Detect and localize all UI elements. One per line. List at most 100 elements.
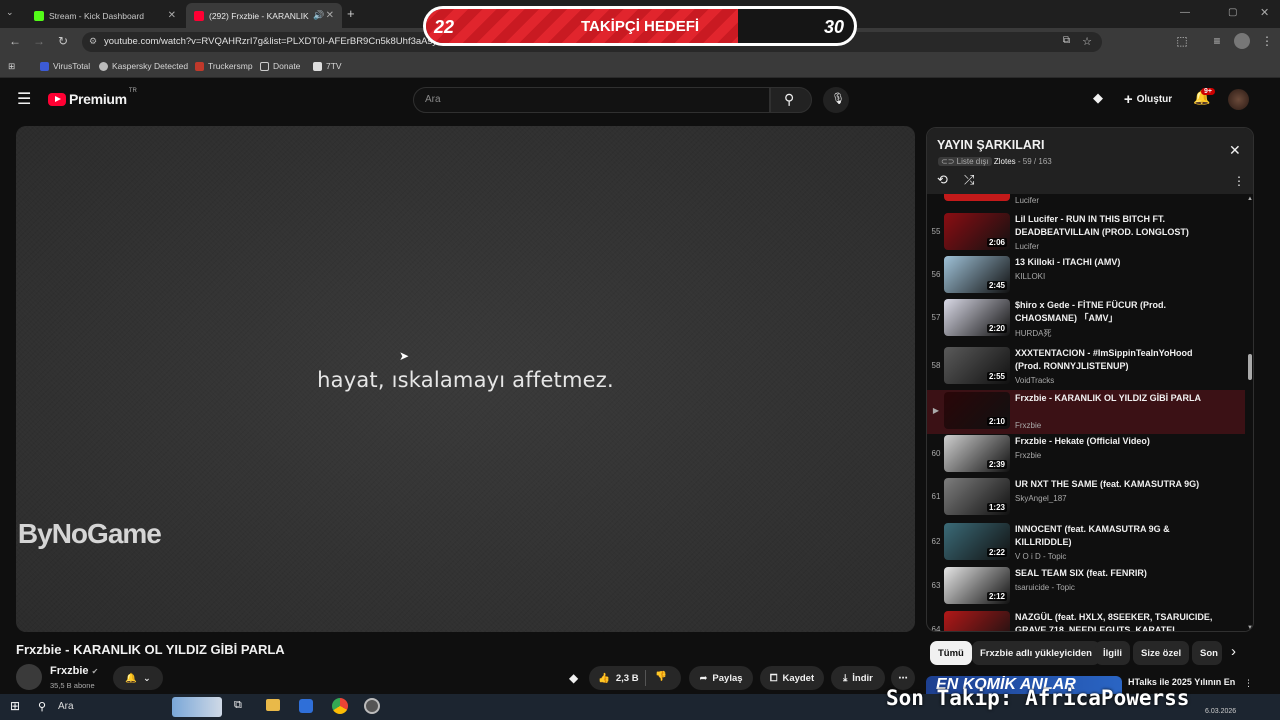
tab-youtube[interactable]: (292) Frxzbie - KARANLIK O 🔊 ✕ xyxy=(186,3,342,28)
gem-icon[interactable]: ◆ xyxy=(569,671,578,685)
list-item[interactable]: 63 2:12 SEAL TEAM SIX (feat. FENRIR) tsarui… xyxy=(927,565,1245,609)
reading-list-icon[interactable]: ≡ xyxy=(1210,34,1224,48)
playlist-menu-icon[interactable]: ⋮ xyxy=(1233,174,1245,188)
close-icon[interactable]: ✕ xyxy=(168,10,176,21)
rec-menu-icon[interactable]: ⋮ xyxy=(1244,678,1253,689)
close-window-icon[interactable]: ✕ xyxy=(1260,6,1269,19)
shuffle-icon[interactable]: ⤮ xyxy=(964,172,974,188)
list-item-index: 56 xyxy=(931,270,941,279)
site-info-icon[interactable]: ⚙ xyxy=(89,36,97,47)
gem-icon[interactable]: ◆ xyxy=(1093,90,1103,106)
list-item-channel: Frxzbie xyxy=(1015,421,1042,430)
save-label: Kaydet xyxy=(782,672,815,684)
like-icon[interactable]: 👍 xyxy=(598,673,610,684)
playlist-position: 59 / 163 xyxy=(1022,157,1052,166)
scroll-up-icon[interactable]: ▲ xyxy=(1247,196,1253,202)
close-icon[interactable]: ✕ xyxy=(1229,142,1241,159)
playlist-panel: YAYIN ŞARKILARI ⊂⊃ Liste dışı Zlotes - 5… xyxy=(926,127,1254,632)
reload-icon[interactable]: ↻ xyxy=(56,34,70,48)
scroll-thumb[interactable] xyxy=(1248,354,1252,380)
chip-recent[interactable]: Son xyxy=(1192,641,1222,665)
mic-icon: 🎙 xyxy=(831,93,845,105)
logo-text: Premium xyxy=(69,91,127,107)
chrome-icon[interactable] xyxy=(332,698,348,714)
forward-icon[interactable]: → xyxy=(32,34,46,48)
list-item[interactable]: ▶ 2:10 Frxzbie - KARANLIK OL YILDIZ GİBİ P… xyxy=(927,390,1245,434)
mouse-cursor-icon: ➤ xyxy=(399,349,410,363)
file-explorer-icon[interactable] xyxy=(266,699,280,711)
more-icon: ⋯ xyxy=(898,672,908,684)
youtube-logo[interactable]: Premium TR xyxy=(48,88,137,107)
store-icon[interactable] xyxy=(299,699,313,713)
download-button[interactable]: ⤓ İndir xyxy=(831,666,885,690)
list-item[interactable]: 57 2:20 $hiro x Gede - FİTNE FÜCUR (Prod. … xyxy=(927,297,1245,341)
speaker-icon[interactable]: 🔊 xyxy=(313,10,324,21)
cast-icon[interactable]: ⧉ xyxy=(1063,35,1070,46)
chip-for-you[interactable]: Size özel xyxy=(1133,641,1190,665)
extensions-icon[interactable]: ⬚ xyxy=(1175,34,1189,48)
task-view-icon[interactable]: ⧉ xyxy=(234,699,242,712)
chip-uploader[interactable]: Frxzbie adlı yükleyiciden xyxy=(972,641,1100,665)
taskbar-widget[interactable] xyxy=(172,697,222,717)
search-input[interactable]: Ara xyxy=(413,87,770,113)
list-item[interactable]: 60 2:39 Frxzbie - Hekate (Official Video) F… xyxy=(927,433,1245,477)
playlist-owner[interactable]: Zlotes xyxy=(994,157,1016,166)
list-item-title: XXXTENTACION - #ImSippinTeaInYoHood (Pro… xyxy=(1015,348,1193,371)
dislike-icon[interactable]: 👎 xyxy=(655,671,667,682)
menu-icon[interactable]: ☰ xyxy=(17,89,31,109)
back-icon[interactable]: ← xyxy=(8,34,22,48)
chip-all[interactable]: Tümü xyxy=(930,641,972,665)
search-button[interactable]: ⚲ xyxy=(770,87,812,113)
obs-icon[interactable] xyxy=(364,698,380,714)
bookmark-virustotal[interactable]: VirusTotal xyxy=(40,61,90,71)
list-item-duration: 2:10 xyxy=(986,417,1007,426)
list-item[interactable]: 62 2:22 INNOCENT (feat. KAMASUTRA 9G & KIL… xyxy=(927,521,1245,565)
tab-kick[interactable]: Stream - Kick Dashboard ✕ xyxy=(26,3,184,28)
list-item-channel: V O i D - Topic xyxy=(1015,552,1067,561)
minimize-icon[interactable]: — xyxy=(1180,7,1190,18)
list-item[interactable]: 55 2:06 Lil Lucifer - RUN IN THIS BITCH FT… xyxy=(927,211,1245,255)
list-item[interactable]: 61 1:23 UR NXT THE SAME (feat. KAMASUTRA 9… xyxy=(927,476,1245,520)
bookmark-donate[interactable]: Donate xyxy=(260,61,300,71)
channel-name[interactable]: Frxzbie ✔ xyxy=(50,665,98,677)
scroll-down-icon[interactable]: ▼ xyxy=(1247,625,1253,631)
create-button[interactable]: + Oluştur xyxy=(1118,87,1178,111)
goal-target: 30 xyxy=(823,17,844,37)
avatar[interactable] xyxy=(1228,89,1249,110)
subscribe-bell-button[interactable]: 🔔 ⌄ xyxy=(113,666,163,690)
list-item[interactable]: 64 NAZGÜL (feat. HXLX, 8SEEKER, TSARUICID… xyxy=(927,609,1245,631)
verified-icon: ✔ xyxy=(91,667,99,676)
profile-avatar[interactable] xyxy=(1234,33,1250,49)
bookmark-truckersmp[interactable]: Truckersmp xyxy=(195,61,253,71)
browser-menu-icon[interactable]: ⋮ xyxy=(1260,34,1274,48)
video-caption: hayat, ıskalamayı affetmez. xyxy=(317,368,614,392)
close-icon[interactable]: ✕ xyxy=(326,10,334,21)
list-item-index: 62 xyxy=(931,537,941,546)
tab-search-icon[interactable]: ⌄ xyxy=(6,7,20,21)
loop-icon[interactable]: ⟲ xyxy=(937,172,948,188)
save-button[interactable]: ⧠ Kaydet xyxy=(760,666,824,690)
channel-avatar[interactable] xyxy=(16,664,42,690)
like-dislike-group: 👍 2,3 B 👎 xyxy=(589,666,681,690)
maximize-icon[interactable]: ▢ xyxy=(1228,7,1237,18)
taskbar-search-icon[interactable]: ⚲ xyxy=(38,700,46,713)
unlisted-label: Liste dışı xyxy=(956,157,989,166)
bookmark-7tv[interactable]: 7TV xyxy=(313,61,342,71)
chip-related[interactable]: İlgili xyxy=(1095,641,1130,665)
share-button[interactable]: ➦ Paylaş xyxy=(689,666,753,690)
list-item[interactable]: 56 2:45 13 Killoki - ITACHI (AMV) KILLOKI xyxy=(927,254,1245,298)
apps-icon[interactable]: ⊞ xyxy=(8,61,15,72)
bookmark-label: VirusTotal xyxy=(53,61,91,71)
chevron-right-icon[interactable]: › xyxy=(1231,643,1236,660)
list-item[interactable]: 58 2:55 XXXTENTACION - #ImSippinTeaInYoHoo… xyxy=(927,345,1245,389)
list-item-index: 58 xyxy=(931,361,941,370)
bookmark-kaspersky[interactable]: Kaspersky Detected xyxy=(99,61,188,71)
bookmark-star-icon[interactable]: ☆ xyxy=(1082,35,1092,48)
windows-start-icon[interactable]: ⊞ xyxy=(10,699,20,713)
video-player[interactable]: hayat, ıskalamayı affetmez. ➤ ◖ByNoGame xyxy=(16,126,915,632)
playlist-scrollbar[interactable]: ▲ ▼ xyxy=(1245,194,1253,631)
new-tab-button[interactable]: + xyxy=(347,6,355,21)
create-label: Oluştur xyxy=(1136,93,1173,105)
taskbar-search-label[interactable]: Ara xyxy=(58,701,74,712)
voice-search-button[interactable]: 🎙 xyxy=(823,87,849,113)
